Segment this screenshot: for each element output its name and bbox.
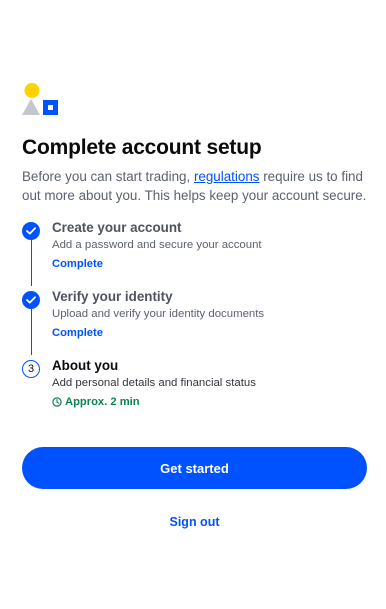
step-description: Add personal details and financial statu… [52, 377, 256, 389]
step-status: Complete [52, 327, 103, 339]
identity-shapes-icon [22, 82, 60, 116]
step-connector [30, 309, 32, 355]
sign-out-button[interactable]: Sign out [22, 512, 367, 532]
step-complete-check-icon [22, 222, 40, 240]
step-number-badge: 3 [22, 360, 40, 378]
clock-icon [52, 397, 62, 407]
logo-triangle [22, 99, 40, 115]
logo-circle [24, 83, 40, 98]
step-title: Create your account [52, 220, 182, 235]
intro-text-before: Before you can start trading, [22, 169, 194, 184]
page-title: Complete account setup [22, 136, 262, 159]
intro-text: Before you can start trading, regulation… [22, 167, 367, 205]
get-started-button[interactable]: Get started [22, 447, 367, 489]
step-time-label: Approx. 2 min [65, 396, 140, 408]
step-status: Complete [52, 258, 103, 270]
step-complete-check-icon [22, 291, 40, 309]
step-description: Upload and verify your identity document… [52, 308, 265, 320]
step-connector [30, 240, 32, 286]
step-title: Verify your identity [52, 289, 173, 304]
step-description: Add a password and secure your account [52, 239, 262, 251]
regulations-link[interactable]: regulations [194, 169, 260, 184]
step-time-estimate: Approx. 2 min [52, 395, 367, 409]
logo-square-hole [48, 105, 53, 110]
step-title: About you [52, 358, 119, 373]
